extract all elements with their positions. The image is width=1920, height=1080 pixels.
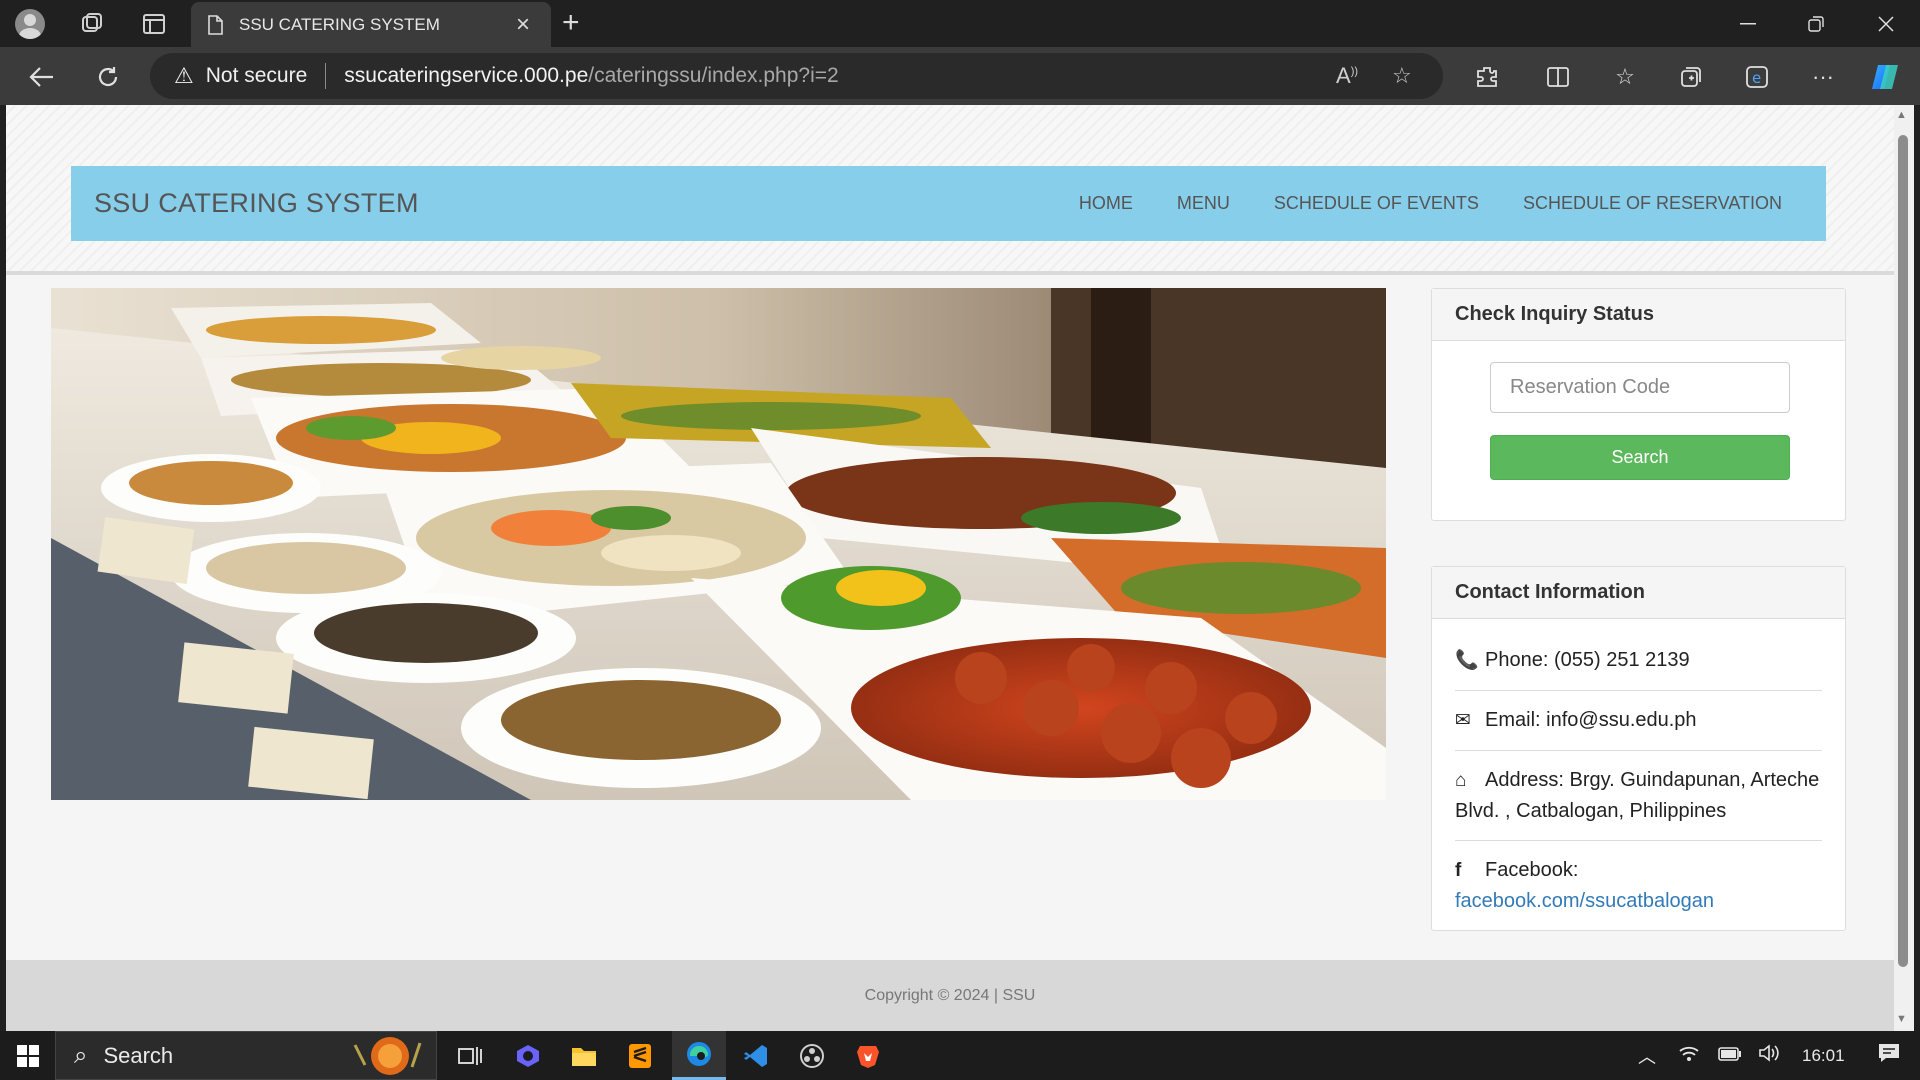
contact-panel: Contact Information 📞 Phone: (055) 251 21… xyxy=(1431,566,1846,931)
nav-schedule-of-events[interactable]: SCHEDULE OF EVENTS xyxy=(1252,193,1501,214)
more-menu-icon[interactable]: ··· xyxy=(1806,60,1840,94)
new-tab-icon[interactable]: + xyxy=(562,8,580,38)
ie-mode-icon[interactable]: e xyxy=(1740,60,1774,94)
security-label[interactable]: Not secure xyxy=(206,64,308,88)
collections-icon[interactable] xyxy=(1674,60,1708,94)
favorite-star-icon[interactable]: ☆ xyxy=(1392,63,1412,89)
task-view-icon[interactable] xyxy=(450,1031,490,1080)
close-tab-icon[interactable]: × xyxy=(511,11,535,39)
buffet-photo xyxy=(51,288,1386,800)
site-footer: Copyright © 2024 | SSU xyxy=(6,960,1894,1031)
obs-studio-icon[interactable] xyxy=(792,1031,832,1080)
page-viewport: SSU CATERING SYSTEM HOME MENU SCHEDULE O… xyxy=(6,105,1894,1031)
nav-schedule-of-reservation[interactable]: SCHEDULE OF RESERVATION xyxy=(1501,193,1804,214)
page-icon xyxy=(208,14,223,35)
chevron-up-icon[interactable]: ︿ xyxy=(1638,1043,1656,1069)
system-tray: ︿ 16:01 xyxy=(1638,1031,1901,1080)
search-button[interactable]: Search xyxy=(1490,435,1790,480)
clock[interactable]: 16:01 xyxy=(1802,1046,1845,1066)
inquiry-panel: Check Inquiry Status Search xyxy=(1431,288,1846,521)
restore-icon[interactable] xyxy=(1786,4,1846,44)
facebook-icon: f xyxy=(1455,860,1462,881)
copilot-icon[interactable] xyxy=(1868,60,1902,94)
back-icon[interactable] xyxy=(25,60,59,94)
favorites-icon[interactable]: ☆ xyxy=(1608,60,1642,94)
inquiry-title: Check Inquiry Status xyxy=(1432,289,1845,341)
facebook-link[interactable]: facebook.com/ssucatbalogan xyxy=(1455,890,1714,912)
tab-ssu-catering[interactable]: SSU CATERING SYSTEM × xyxy=(191,2,551,47)
site-navbar: SSU CATERING SYSTEM HOME MENU SCHEDULE O… xyxy=(71,166,1826,241)
edge-browser-icon[interactable] xyxy=(672,1031,726,1080)
url-path: /cateringssu/index.php?i=2 xyxy=(588,64,839,87)
vscode-icon[interactable] xyxy=(736,1031,776,1080)
read-aloud-icon[interactable]: A)) xyxy=(1336,63,1358,89)
address-label: Address: xyxy=(1485,769,1564,791)
reload-icon[interactable] xyxy=(91,60,125,94)
extensions-icon[interactable] xyxy=(1470,60,1504,94)
volume-icon[interactable] xyxy=(1758,1044,1780,1067)
warning-icon[interactable]: ⚠ xyxy=(174,63,194,89)
battery-icon[interactable] xyxy=(1718,1046,1742,1066)
close-window-icon[interactable] xyxy=(1856,4,1916,44)
phone-value: (055) 251 2139 xyxy=(1553,649,1690,671)
search-icon: ⌕ xyxy=(74,1041,88,1069)
copilot-taskbar-icon[interactable] xyxy=(508,1031,548,1080)
email-value: info@ssu.edu.ph xyxy=(1546,709,1697,731)
copyright-text: Copyright © 2024 | SSU xyxy=(864,986,1036,1004)
search-highlight-icon xyxy=(350,1035,430,1080)
contact-title: Contact Information xyxy=(1432,567,1845,619)
scroll-up-icon[interactable]: ▲ xyxy=(1896,109,1907,121)
address-bar[interactable]: ⚠ Not secure ssucateringservice.000.pe/c… xyxy=(150,53,1443,99)
page-scrollbar[interactable]: ▲ ▼ xyxy=(1894,105,1914,1031)
envelope-icon: ✉ xyxy=(1455,710,1471,731)
contact-address: ⌂ Address: Brgy. Guindapunan, Arteche Blv… xyxy=(1455,751,1822,841)
notification-icon[interactable] xyxy=(1877,1042,1901,1069)
site-brand[interactable]: SSU CATERING SYSTEM xyxy=(94,188,419,219)
email-label: Email: xyxy=(1485,709,1541,731)
split-screen-icon[interactable] xyxy=(1541,60,1575,94)
file-explorer-icon[interactable] xyxy=(564,1031,604,1080)
sublime-text-icon[interactable] xyxy=(620,1031,660,1080)
browser-tab-strip: SSU CATERING SYSTEM × + xyxy=(0,0,1920,47)
url-host: ssucateringservice.000.pe xyxy=(344,64,589,87)
scroll-down-icon[interactable]: ▼ xyxy=(1896,1013,1907,1025)
tab-title: SSU CATERING SYSTEM xyxy=(239,14,440,34)
contact-facebook: f Facebook: facebook.com/ssucatbalogan xyxy=(1455,841,1822,930)
scroll-thumb[interactable] xyxy=(1898,135,1908,967)
taskbar-search-label: Search xyxy=(103,1042,174,1068)
profile-avatar-icon[interactable] xyxy=(14,8,46,40)
minimize-icon[interactable] xyxy=(1718,4,1778,44)
contact-phone: 📞 Phone: (055) 251 2139 xyxy=(1455,631,1822,691)
browser-toolbar: ⚠ Not secure ssucateringservice.000.pe/c… xyxy=(0,47,1920,105)
windows-taskbar: ⌕ Search ︿ 16:01 xyxy=(0,1031,1920,1080)
phone-label: Phone: xyxy=(1485,649,1549,671)
svg-text:e: e xyxy=(1752,69,1761,87)
vertical-tabs-icon[interactable] xyxy=(138,8,170,40)
reservation-code-input[interactable] xyxy=(1490,362,1790,413)
nav-menu[interactable]: MENU xyxy=(1155,193,1252,214)
phone-icon: 📞 xyxy=(1455,650,1479,671)
brave-browser-icon[interactable] xyxy=(848,1031,888,1080)
facebook-label: Facebook: xyxy=(1485,859,1579,881)
windows-start-icon[interactable] xyxy=(10,1031,46,1080)
home-icon: ⌂ xyxy=(1455,770,1467,791)
taskbar-search[interactable]: ⌕ Search xyxy=(55,1031,437,1080)
contact-email: ✉ Email: info@ssu.edu.ph xyxy=(1455,691,1822,751)
workspaces-icon[interactable] xyxy=(76,8,108,40)
wifi-icon[interactable] xyxy=(1678,1044,1700,1067)
nav-home[interactable]: HOME xyxy=(1057,193,1155,214)
